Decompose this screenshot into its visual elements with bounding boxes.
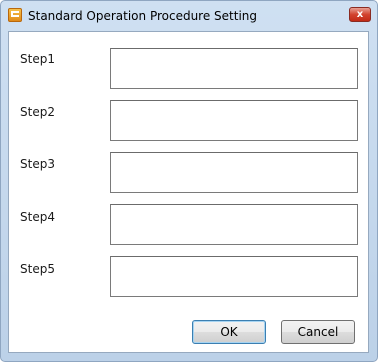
close-button[interactable]: x (349, 7, 371, 22)
step3-label: Step3 (20, 157, 55, 171)
title-bar[interactable]: Standard Operation Procedure Setting x (1, 1, 377, 31)
dialog-window: Standard Operation Procedure Setting x S… (0, 0, 378, 362)
step3-input[interactable] (110, 152, 358, 193)
step5-label: Step5 (20, 262, 55, 276)
dialog-content: Step1 Step2 Step3 Step4 Step5 OK Cancel (8, 31, 369, 353)
step4-input[interactable] (110, 204, 358, 245)
step1-input[interactable] (110, 48, 358, 89)
ok-button[interactable]: OK (192, 320, 266, 344)
window-title: Standard Operation Procedure Setting (28, 9, 258, 23)
step2-input[interactable] (110, 100, 358, 141)
app-icon (8, 8, 22, 22)
cancel-button[interactable]: Cancel (281, 320, 355, 344)
step2-label: Step2 (20, 105, 55, 119)
close-icon: x (356, 8, 364, 20)
step5-input[interactable] (110, 256, 358, 297)
step1-label: Step1 (20, 52, 55, 66)
step4-label: Step4 (20, 210, 55, 224)
